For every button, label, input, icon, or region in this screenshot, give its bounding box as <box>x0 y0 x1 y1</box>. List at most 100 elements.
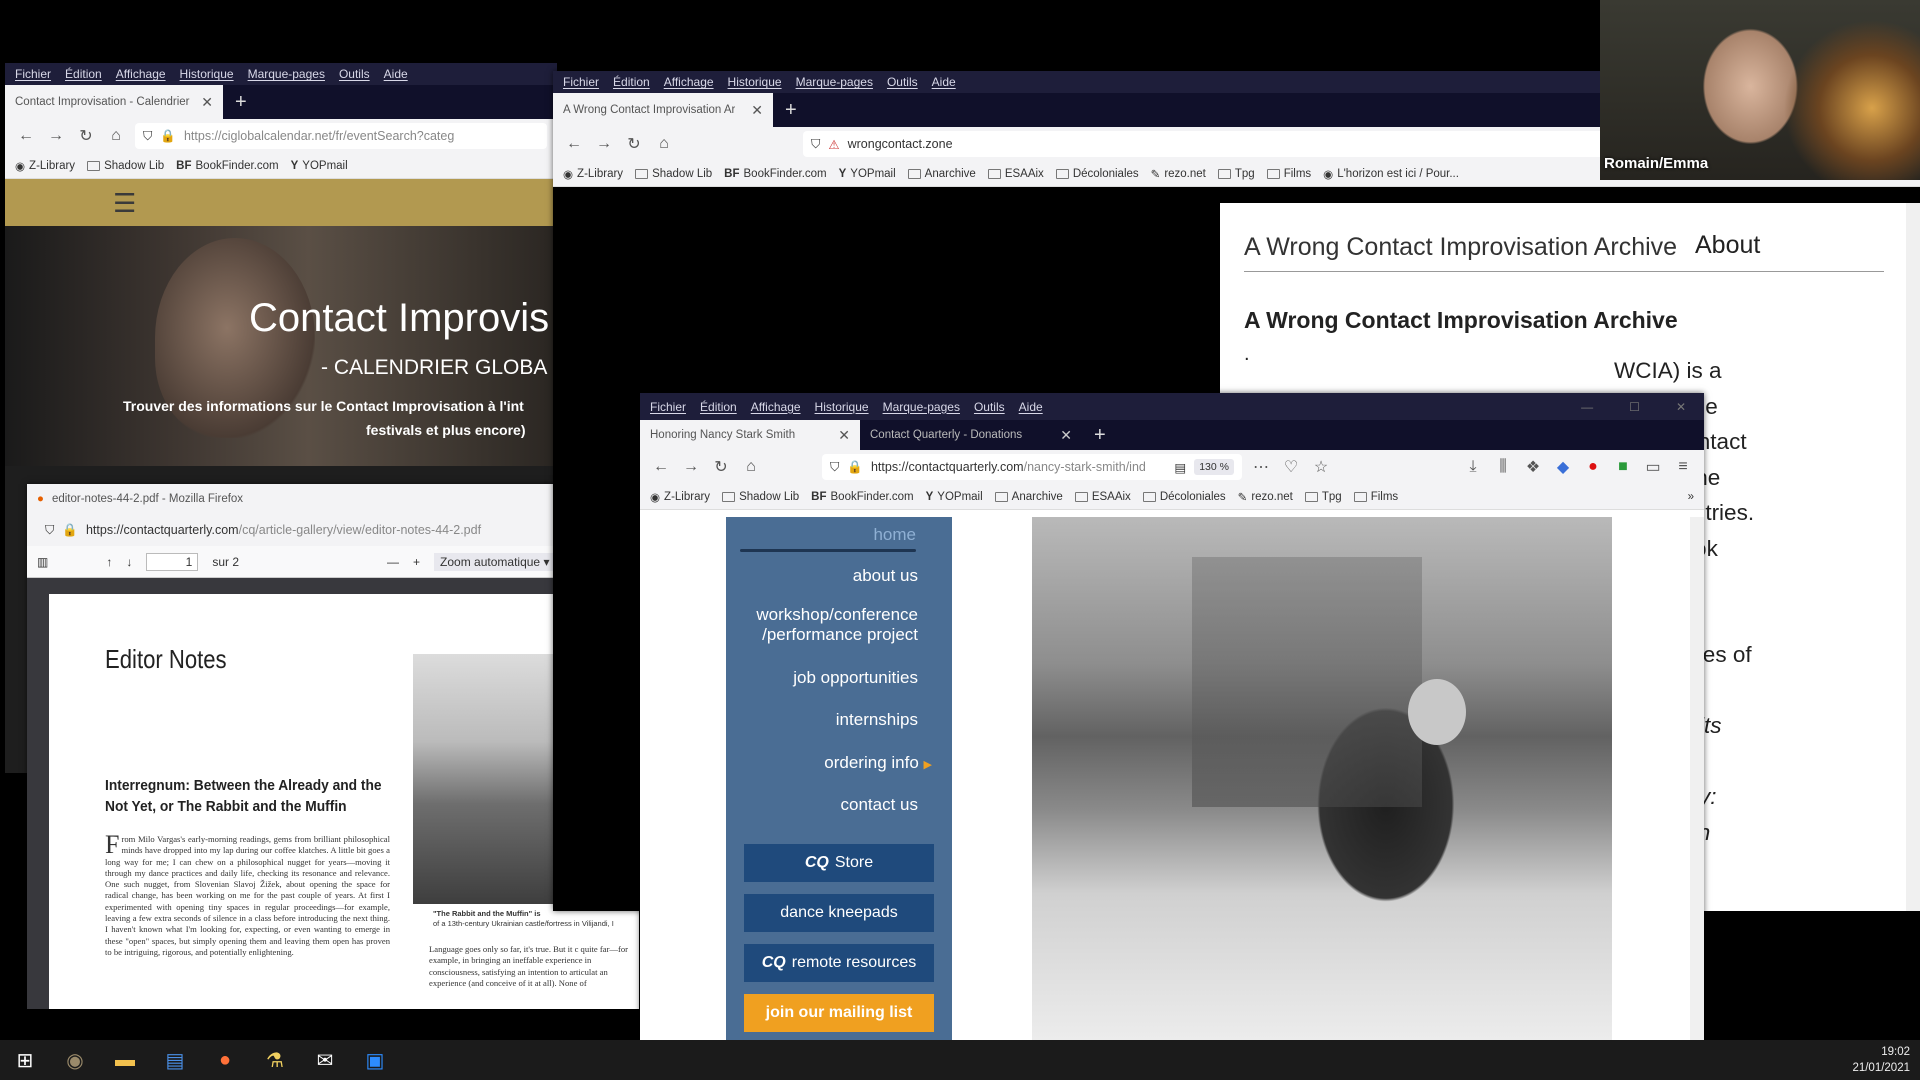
mailing-list-button[interactable]: join our mailing list <box>744 994 934 1032</box>
menu-affichage[interactable]: Affichage <box>664 75 714 89</box>
bookmark-rezo[interactable]: ✎ rezo.net <box>1238 490 1293 504</box>
menu-outils[interactable]: Outils <box>339 67 370 81</box>
page-scrollbar[interactable] <box>1690 517 1704 1040</box>
url-bar[interactable]: ⛉ 🔒 https://ciglobalcalendar.net/fr/even… <box>135 123 547 149</box>
zoom-app-icon[interactable]: ▣ <box>350 1040 400 1080</box>
minimize-icon[interactable]: — <box>1581 400 1593 414</box>
nav-ordering-info[interactable]: ordering info ▶ <box>824 753 932 773</box>
about-link[interactable]: About <box>1695 231 1760 260</box>
download-icon[interactable]: ⤓ <box>1462 458 1484 476</box>
bookmark-shadowlib[interactable]: Shadow Lib <box>635 168 712 180</box>
url-bar[interactable]: ⛉ 🔒 https://contactquarterly.com/nancy-s… <box>822 454 1242 480</box>
bookmark-bookfinder[interactable]: BF BookFinder.com <box>176 160 278 172</box>
extension-blue-icon[interactable]: ◆ <box>1552 457 1574 477</box>
close-window-icon[interactable]: ✕ <box>1676 400 1686 414</box>
bookmark-yopmail[interactable]: Y YOPmail <box>291 160 348 172</box>
close-tab-icon[interactable]: ✕ <box>201 94 213 111</box>
firefox-icon[interactable]: ● <box>200 1040 250 1080</box>
bookmark-horizon[interactable]: ◉ L'horizon est ici / Pour... <box>1323 167 1459 181</box>
new-tab-button[interactable]: + <box>223 85 259 119</box>
new-tab-button[interactable]: + <box>1082 420 1118 450</box>
nav-internships[interactable]: internships <box>836 710 918 730</box>
reload-icon[interactable]: ↻ <box>623 134 645 154</box>
menu-marque-pages[interactable]: Marque-pages <box>248 67 325 81</box>
bookmark-yopmail[interactable]: Y YOPmail <box>926 491 983 503</box>
menu-edition[interactable]: Édition <box>700 400 737 414</box>
menu-historique[interactable]: Historique <box>180 67 234 81</box>
bookmark-zlib[interactable]: ◉ Z-Library <box>650 490 710 504</box>
tab-cq-donations[interactable]: Contact Quarterly - Donations ✕ <box>860 420 1082 450</box>
menu-marque-pages[interactable]: Marque-pages <box>883 400 960 414</box>
start-windows-icon[interactable]: ⊞ <box>0 1040 50 1080</box>
bookmark-bookfinder[interactable]: BF BookFinder.com <box>811 491 913 503</box>
menu-affichage[interactable]: Affichage <box>116 67 166 81</box>
back-icon[interactable]: ← <box>563 135 585 153</box>
bookmark-anarchive[interactable]: Anarchive <box>907 168 976 180</box>
close-tab-icon[interactable]: ✕ <box>1060 427 1072 444</box>
opera-icon[interactable]: ● <box>1582 458 1604 476</box>
bookmark-films[interactable]: Films <box>1353 491 1398 503</box>
tab-honoring-nancy[interactable]: Honoring Nancy Stark Smith ✕ <box>640 420 860 450</box>
bookmark-anarchive[interactable]: Anarchive <box>994 491 1063 503</box>
nav-contact-us[interactable]: contact us <box>841 795 919 815</box>
extension-green-icon[interactable]: ■ <box>1612 458 1634 476</box>
menu-aide[interactable]: Aide <box>932 75 956 89</box>
pocket-icon[interactable]: ♡ <box>1280 457 1302 477</box>
scrollbar[interactable] <box>1906 203 1920 911</box>
bookmark-yopmail[interactable]: Y YOPmail <box>839 168 896 180</box>
reader-view-icon[interactable]: ▤ <box>1174 460 1186 475</box>
menu-historique[interactable]: Historique <box>728 75 782 89</box>
tab-calendar[interactable]: Contact Improvisation - Calendrier ✕ <box>5 85 223 119</box>
bookmark-shadowlib[interactable]: Shadow Lib <box>87 160 164 172</box>
menu-edition[interactable]: Édition <box>65 67 102 81</box>
store-button[interactable]: CQ Store <box>744 844 934 882</box>
page-number-input[interactable]: 1 <box>146 552 199 571</box>
zoom-out-icon[interactable]: — <box>387 555 399 569</box>
bookmark-decoloniales[interactable]: Décoloniales <box>1142 491 1226 503</box>
back-icon[interactable]: ← <box>650 458 672 476</box>
nav-home[interactable]: home <box>873 525 916 545</box>
home-icon[interactable]: ⌂ <box>740 458 762 476</box>
new-tab-button[interactable]: + <box>773 93 809 127</box>
bookmark-star-icon[interactable]: ☆ <box>1310 457 1332 477</box>
bookmark-tpg[interactable]: Tpg <box>1217 168 1255 180</box>
menu-icon[interactable]: ≡ <box>1672 458 1694 476</box>
home-icon[interactable]: ⌂ <box>653 135 675 153</box>
close-tab-icon[interactable]: ✕ <box>838 427 850 444</box>
mail-icon[interactable]: ✉ <box>300 1040 350 1080</box>
bookmark-rezo[interactable]: ✎ rezo.net <box>1151 167 1206 181</box>
menu-edition[interactable]: Édition <box>613 75 650 89</box>
next-page-icon[interactable]: ↓ <box>126 555 132 569</box>
menu-aide[interactable]: Aide <box>1019 400 1043 414</box>
system-clock[interactable]: 19:02 21/01/2021 <box>1852 1044 1910 1076</box>
tab-wcia[interactable]: A Wrong Contact Improvisation Ar ✕ <box>553 93 773 127</box>
bookmark-tpg[interactable]: Tpg <box>1304 491 1342 503</box>
nav-about-us[interactable]: about us <box>853 566 918 586</box>
more-actions-icon[interactable]: ⋯ <box>1250 457 1272 477</box>
menu-marque-pages[interactable]: Marque-pages <box>796 75 873 89</box>
kneepads-button[interactable]: dance kneepads <box>744 894 934 932</box>
app-icon[interactable]: ◉ <box>50 1040 100 1080</box>
menu-outils[interactable]: Outils <box>974 400 1005 414</box>
site-title[interactable]: A Wrong Contact Improvisation Archive <box>1244 233 1677 262</box>
extension-icon[interactable]: ❖ <box>1522 457 1544 477</box>
bookmark-films[interactable]: Films <box>1266 168 1311 180</box>
menu-historique[interactable]: Historique <box>815 400 869 414</box>
more-bookmarks-icon[interactable]: » <box>1688 491 1694 503</box>
forward-icon[interactable]: → <box>680 458 702 476</box>
menu-affichage[interactable]: Affichage <box>751 400 801 414</box>
bookmark-zlib[interactable]: ◉ Z-Library <box>563 167 623 181</box>
reload-icon[interactable]: ↻ <box>710 457 732 477</box>
zoom-select[interactable]: Zoom automatique ▾ <box>434 552 556 571</box>
menu-outils[interactable]: Outils <box>887 75 918 89</box>
menu-fichier[interactable]: Fichier <box>15 67 51 81</box>
back-icon[interactable]: ← <box>15 127 37 145</box>
bookmark-esaaix[interactable]: ESAAix <box>1074 491 1131 503</box>
document-icon[interactable]: ▤ <box>150 1040 200 1080</box>
file-explorer-icon[interactable]: ▬ <box>100 1040 150 1080</box>
menu-fichier[interactable]: Fichier <box>563 75 599 89</box>
prev-page-icon[interactable]: ↑ <box>106 555 112 569</box>
close-tab-icon[interactable]: ✕ <box>751 102 763 119</box>
zoom-badge[interactable]: 130 % <box>1194 459 1234 475</box>
bookmark-bookfinder[interactable]: BF BookFinder.com <box>724 168 826 180</box>
